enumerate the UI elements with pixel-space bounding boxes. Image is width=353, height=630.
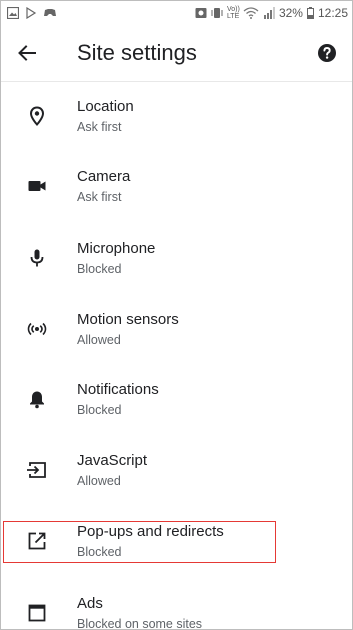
setting-status: Allowed	[77, 333, 121, 347]
setting-microphone[interactable]: Microphone Blocked	[1, 224, 352, 294]
volte-icon: Vo)) LTE	[226, 6, 240, 20]
setting-title: Motion sensors	[77, 311, 179, 328]
help-button[interactable]	[316, 42, 338, 64]
setting-status: Blocked	[77, 403, 122, 417]
setting-ads[interactable]: Ads Blocked on some sites	[1, 579, 352, 629]
play-store-icon	[26, 7, 37, 19]
camera-icon	[25, 174, 49, 198]
setting-javascript[interactable]: JavaScript Allowed	[1, 436, 352, 506]
setting-status: Blocked on some sites	[77, 617, 203, 629]
setting-status: Ask first	[77, 120, 122, 134]
setting-title: Camera	[77, 168, 131, 185]
phone-screen: Vo)) LTE 32% 12:25 Site settings Locatio…	[0, 0, 353, 630]
help-icon	[318, 44, 336, 62]
signal-icon	[263, 7, 275, 19]
setting-title: Ads	[77, 595, 103, 612]
open-in-new-icon	[25, 529, 49, 553]
setting-title: Microphone	[77, 240, 156, 257]
back-button[interactable]	[13, 39, 41, 67]
setting-status: Blocked	[77, 262, 122, 276]
setting-title: Location	[77, 98, 134, 115]
wifi-icon	[243, 7, 259, 19]
setting-status: Ask first	[77, 190, 122, 204]
status-time: 12:25	[317, 6, 348, 20]
setting-popups-redirects[interactable]: Pop-ups and redirects Blocked	[1, 507, 352, 577]
arrow-back-icon	[18, 45, 36, 61]
setting-camera[interactable]: Camera Ask first	[1, 152, 352, 222]
setting-status: Blocked	[77, 545, 122, 559]
bell-icon	[25, 387, 49, 411]
setting-location[interactable]: Location Ask first	[1, 82, 352, 152]
motion-sensors-icon	[25, 317, 49, 341]
battery-icon	[306, 7, 314, 19]
app-bar: Site settings	[1, 25, 352, 82]
microphone-icon	[25, 246, 49, 270]
page-title: Site settings	[77, 40, 197, 65]
vibrate-icon	[211, 8, 223, 18]
status-left-icons	[7, 6, 57, 20]
javascript-icon	[25, 458, 49, 482]
alarm-icon	[195, 8, 207, 18]
site-settings-list: Location Ask first Camera Ask first Micr…	[1, 82, 352, 629]
image-icon	[7, 7, 19, 19]
setting-status: Allowed	[77, 474, 121, 488]
location-pin-icon	[25, 104, 49, 128]
setting-title: Pop-ups and redirects	[77, 523, 224, 540]
status-bar: Vo)) LTE 32% 12:25	[1, 1, 352, 25]
setting-title: JavaScript	[77, 452, 148, 469]
ads-window-icon	[25, 601, 49, 625]
setting-title: Notifications	[77, 381, 159, 398]
game-controller-icon	[44, 9, 56, 16]
battery-percent: 32%	[278, 6, 303, 20]
setting-motion-sensors[interactable]: Motion sensors Allowed	[1, 295, 352, 365]
status-right-icons: Vo)) LTE 32% 12:25	[195, 5, 348, 21]
setting-notifications[interactable]: Notifications Blocked	[1, 365, 352, 435]
